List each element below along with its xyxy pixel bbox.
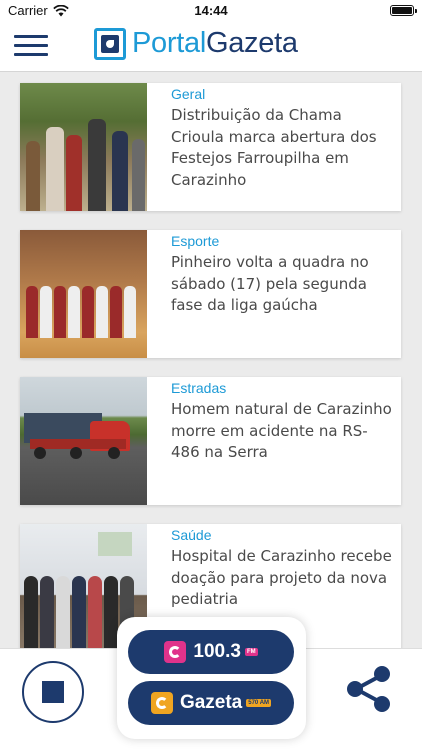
article-title: Homem natural de Carazinho morre em acid… bbox=[171, 400, 392, 461]
article-title: Pinheiro volta a quadra no sábado (17) p… bbox=[171, 253, 369, 314]
hamburger-menu-button[interactable] bbox=[14, 35, 48, 59]
news-feed[interactable]: Geral Distribuição da Chama Crioula marc… bbox=[0, 73, 422, 653]
station-label: Gazeta bbox=[179, 692, 243, 713]
logo-mark-icon bbox=[94, 27, 126, 60]
news-card[interactable]: Estradas Homem natural de Carazinho morr… bbox=[20, 377, 401, 505]
article-category: Estradas bbox=[171, 380, 227, 396]
portal-gazeta-logo: PortalGazeta bbox=[94, 27, 298, 60]
menu-line bbox=[14, 44, 48, 47]
article-category: Esporte bbox=[171, 233, 220, 249]
station-am-button[interactable]: Gazeta 570 AM bbox=[128, 681, 294, 725]
battery-icon bbox=[390, 5, 417, 16]
article-title: Distribuição da Chama Crioula marca aber… bbox=[171, 106, 377, 189]
stop-icon bbox=[42, 681, 64, 703]
news-thumbnail bbox=[20, 83, 147, 211]
status-time: 14:44 bbox=[194, 3, 228, 18]
news-card[interactable]: Geral Distribuição da Chama Crioula marc… bbox=[20, 83, 401, 211]
station-label: 100.3 bbox=[193, 641, 241, 662]
article-category: Geral bbox=[171, 86, 206, 102]
station-selector: 100.3 FM Gazeta 570 AM bbox=[117, 617, 306, 739]
share-icon[interactable] bbox=[344, 664, 394, 714]
logo-text-portal: Portal bbox=[132, 27, 206, 59]
stop-button[interactable] bbox=[22, 661, 84, 723]
logo-text: PortalGazeta bbox=[132, 27, 298, 60]
menu-line bbox=[14, 53, 48, 56]
article-category: Saúde bbox=[171, 527, 212, 543]
station-logo-icon bbox=[150, 692, 173, 714]
menu-line bbox=[14, 35, 48, 38]
news-thumbnail bbox=[20, 377, 147, 505]
station-band-tag: 570 AM bbox=[246, 699, 272, 707]
status-bar: Carrier 14:44 bbox=[0, 0, 422, 22]
station-fm-button[interactable]: 100.3 FM bbox=[128, 630, 294, 674]
logo-text-gazeta: Gazeta bbox=[205, 27, 298, 59]
station-logo-icon bbox=[164, 641, 187, 663]
news-card[interactable]: Esporte Pinheiro volta a quadra no sábad… bbox=[20, 230, 401, 358]
station-band-tag: FM bbox=[244, 648, 258, 656]
article-title: Hospital de Carazinho recebe doação para… bbox=[171, 547, 392, 608]
app-header: PortalGazeta bbox=[0, 22, 422, 72]
news-thumbnail bbox=[20, 230, 147, 358]
